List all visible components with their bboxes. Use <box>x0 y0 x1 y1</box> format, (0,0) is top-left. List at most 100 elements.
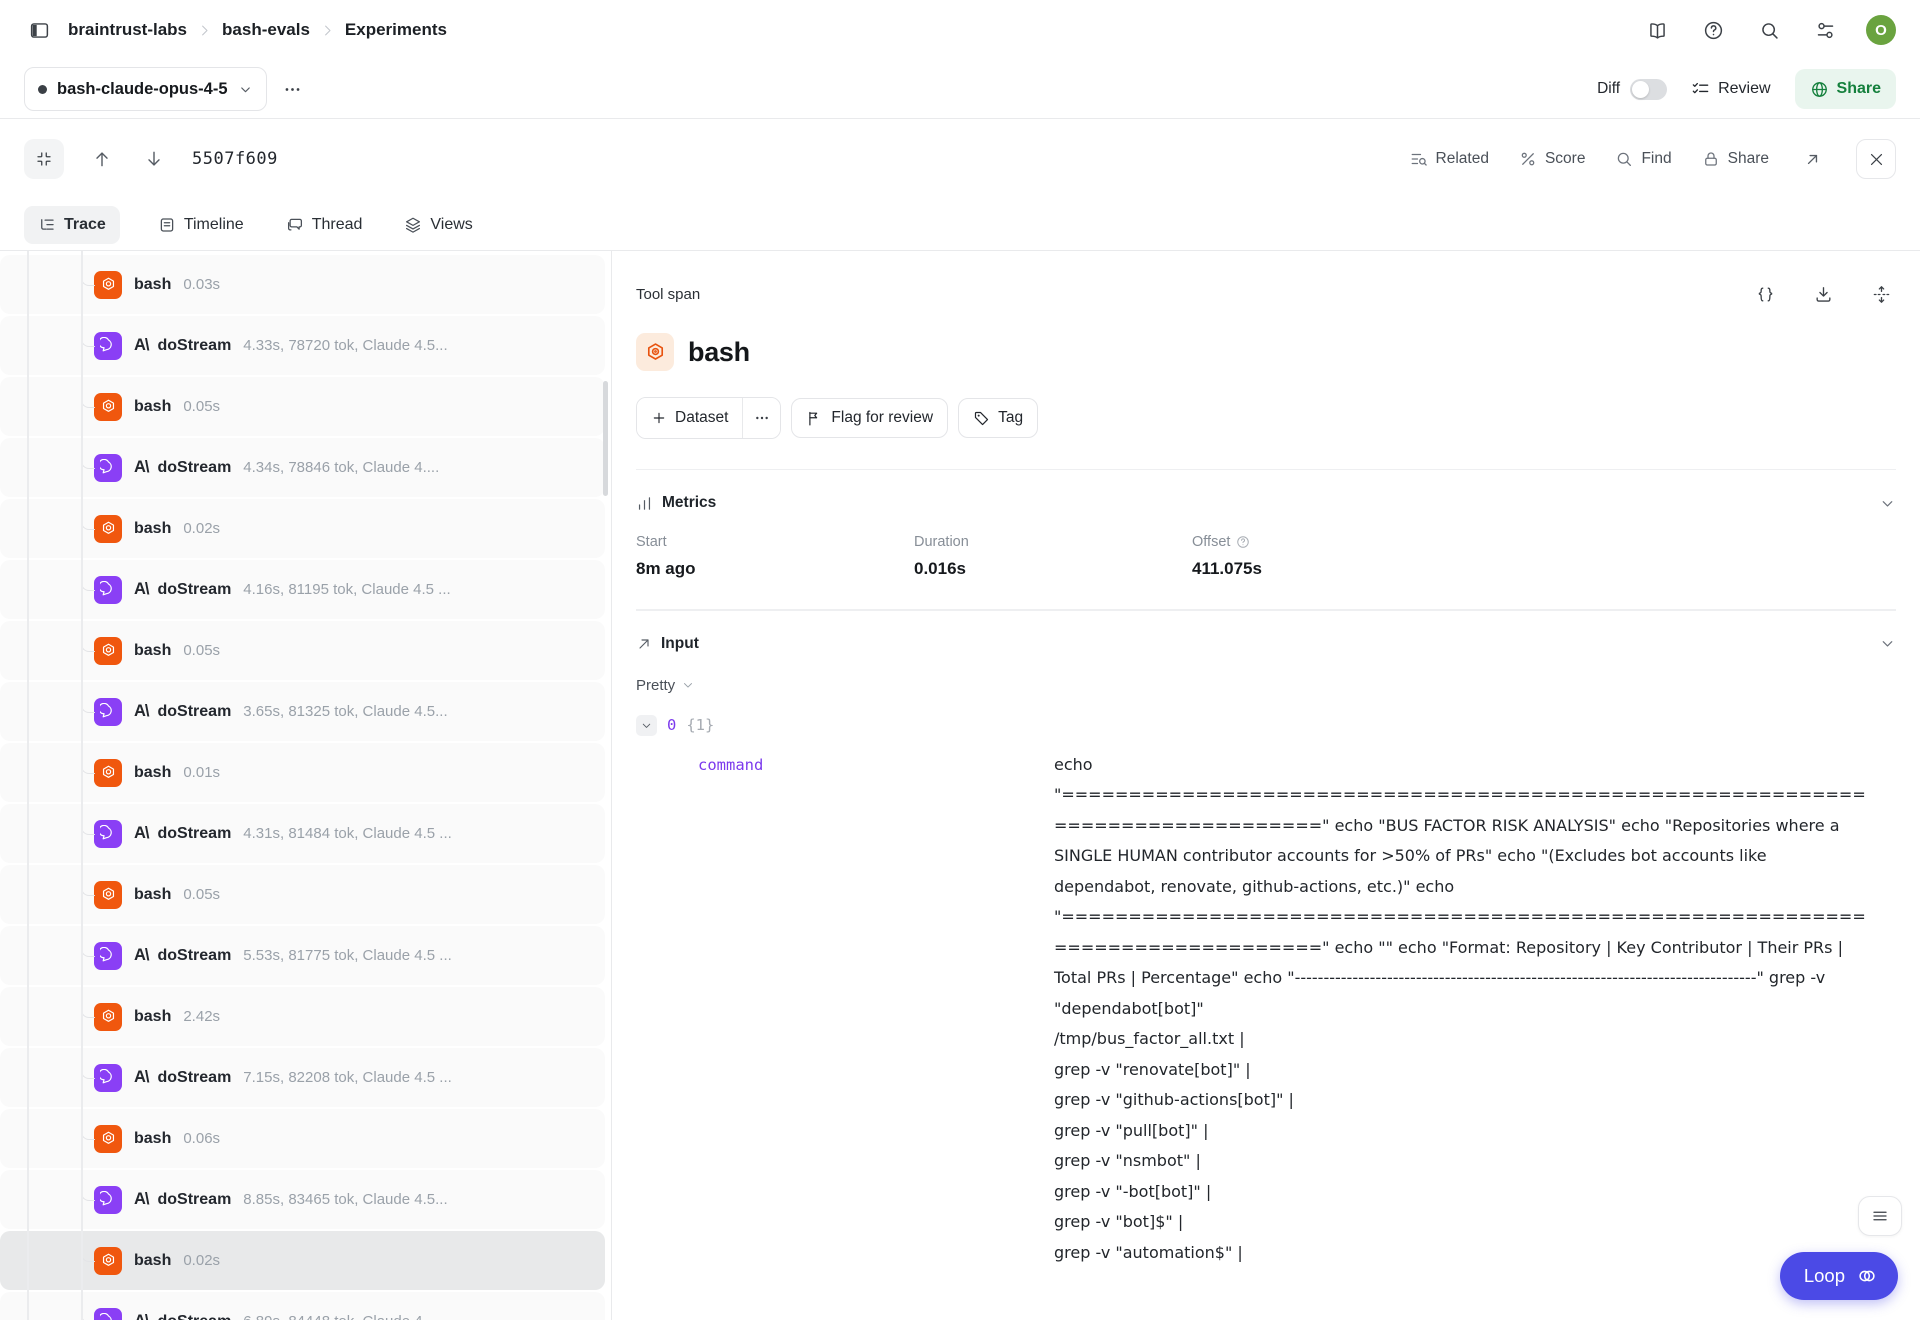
span-row[interactable]: A\ doStream 5.53s, 81775 tok, Claude 4.5… <box>0 926 605 985</box>
span-name: bash <box>134 764 171 782</box>
view-json-button[interactable] <box>1750 279 1780 309</box>
collapse-panel-button[interactable] <box>24 139 64 179</box>
review-button[interactable]: Review <box>1691 80 1770 99</box>
close-icon <box>1868 151 1885 168</box>
loop-button[interactable]: Loop <box>1780 1252 1898 1300</box>
anthropic-logo: A\ <box>134 1312 149 1320</box>
span-row[interactable]: A\ doStream 7.15s, 82208 tok, Claude 4.5… <box>0 1048 605 1107</box>
help-circle-icon[interactable] <box>1236 535 1250 549</box>
span-row[interactable]: bash 0.05s <box>0 621 605 680</box>
span-name: doStream <box>158 459 232 477</box>
chat-bubble-icon <box>100 581 117 598</box>
dataset-more-button[interactable] <box>742 398 780 438</box>
prev-span-button[interactable] <box>88 145 116 173</box>
find-button[interactable]: Find <box>1615 150 1671 168</box>
tab-timeline[interactable]: Timeline <box>154 206 248 244</box>
tag-button[interactable]: Tag <box>958 398 1038 438</box>
span-row[interactable]: bash 0.05s <box>0 865 605 924</box>
span-row[interactable]: bash 0.03s <box>0 255 605 314</box>
span-detail: 0.03s <box>183 276 220 293</box>
related-label: Related <box>1436 150 1489 168</box>
download-button[interactable] <box>1808 279 1838 309</box>
span-name: doStream <box>158 581 232 599</box>
input-collapse-button[interactable] <box>1879 635 1896 652</box>
chat-bubble-icon <box>100 337 117 354</box>
tab-views[interactable]: Views <box>400 206 476 244</box>
trace-toolbar: 5507f609 Related Score Find Share <box>0 119 1920 199</box>
next-span-button[interactable] <box>140 145 168 173</box>
floating-menu-button[interactable] <box>1858 1196 1902 1236</box>
span-row[interactable]: A\ doStream 3.65s, 81325 tok, Claude 4.5… <box>0 682 605 741</box>
avatar[interactable]: O <box>1866 15 1896 45</box>
download-icon <box>1814 285 1833 304</box>
span-row[interactable]: A\ doStream 4.33s, 78720 tok, Claude 4.5… <box>0 316 605 375</box>
chat-bubble-icon <box>100 825 117 842</box>
span-row[interactable]: A\ doStream 6.89s, 84448 tok, Claude 4..… <box>0 1292 605 1320</box>
bar-chart-icon <box>636 495 653 512</box>
json-value-command[interactable]: echo "==================================… <box>1054 750 1870 1269</box>
span-name: bash <box>134 276 171 294</box>
anthropic-logo: A\ <box>134 1190 149 1209</box>
span-row[interactable]: bash 0.02s <box>0 499 605 558</box>
metric-start-label: Start <box>636 534 667 550</box>
span-row[interactable]: bash 0.05s <box>0 377 605 436</box>
span-row[interactable]: bash 2.42s <box>0 987 605 1046</box>
checklist-icon <box>1691 80 1710 99</box>
settings-button[interactable] <box>1810 15 1840 45</box>
tool-hexagon-icon <box>100 886 117 903</box>
flag-label: Flag for review <box>831 409 933 427</box>
tab-trace[interactable]: Trace <box>24 206 120 244</box>
panel-left-icon <box>29 20 50 41</box>
span-row[interactable]: bash 0.06s <box>0 1109 605 1168</box>
flag-for-review-button[interactable]: Flag for review <box>791 398 948 438</box>
metrics-collapse-button[interactable] <box>1879 495 1896 512</box>
sidebar-toggle-button[interactable] <box>24 15 54 45</box>
section-divider <box>636 609 1896 610</box>
span-id[interactable]: 5507f609 <box>192 149 278 169</box>
help-button[interactable] <box>1698 15 1728 45</box>
open-fullscreen-button[interactable] <box>1799 146 1826 173</box>
span-row[interactable]: A\ doStream 4.31s, 81484 tok, Claude 4.5… <box>0 804 605 863</box>
experiment-more-button[interactable] <box>275 71 311 107</box>
span-detail: 8.85s, 83465 tok, Claude 4.5... <box>243 1191 447 1208</box>
help-circle-icon <box>1703 20 1724 41</box>
global-search-button[interactable] <box>1754 15 1784 45</box>
close-trace-button[interactable] <box>1856 139 1896 179</box>
span-row[interactable]: A\ doStream 4.16s, 81195 tok, Claude 4.5… <box>0 560 605 619</box>
span-row[interactable]: A\ doStream 8.85s, 83465 tok, Claude 4.5… <box>0 1170 605 1229</box>
expand-sections-button[interactable] <box>1866 279 1896 309</box>
app-window: braintrust-labs bash-evals Experiments O <box>0 0 1920 1320</box>
breadcrumb-org[interactable]: braintrust-labs <box>68 20 187 40</box>
related-button[interactable]: Related <box>1410 150 1489 168</box>
score-button[interactable]: Score <box>1519 150 1586 168</box>
span-title: bash <box>688 337 750 368</box>
json-collapse-button[interactable] <box>636 715 657 736</box>
chat-bubble-icon <box>100 1069 117 1086</box>
find-label: Find <box>1641 150 1671 168</box>
breadcrumb-project[interactable]: bash-evals <box>222 20 310 40</box>
share-button[interactable]: Share <box>1795 69 1896 109</box>
span-rows: bash 0.03s A\ doStream 4.33s, 78720 tok,… <box>0 255 605 1320</box>
json-root-index: 0 <box>667 716 676 734</box>
metrics-grid: Start 8m ago Duration 0.016s Offset 411.… <box>636 534 1896 579</box>
metric-duration-value: 0.016s <box>914 559 1192 579</box>
metric-offset-value: 411.075s <box>1192 559 1470 579</box>
breadcrumb-page[interactable]: Experiments <box>345 20 447 40</box>
diff-toggle[interactable] <box>1630 79 1667 100</box>
tab-thread[interactable]: Thread <box>282 206 367 244</box>
share-span-button[interactable]: Share <box>1702 150 1769 168</box>
span-name: bash <box>134 642 171 660</box>
list-tree-icon <box>38 216 56 234</box>
span-row[interactable]: bash 0.01s <box>0 743 605 802</box>
experiment-selector[interactable]: bash-claude-opus-4-5 <box>24 67 267 111</box>
span-detail: 0.05s <box>183 886 220 903</box>
docs-button[interactable] <box>1642 15 1672 45</box>
span-row[interactable]: A\ doStream 4.34s, 78846 tok, Claude 4..… <box>0 438 605 497</box>
add-to-dataset-button[interactable]: Dataset <box>637 398 742 438</box>
input-format-select[interactable]: Pretty <box>636 677 695 694</box>
trace-tabs: Trace Timeline Thread Views <box>0 199 1920 251</box>
list-scrollbar[interactable] <box>603 381 608 496</box>
span-detail: 0.06s <box>183 1130 220 1147</box>
span-row[interactable]: bash 0.02s <box>0 1231 605 1290</box>
span-detail: 4.31s, 81484 tok, Claude 4.5 ... <box>243 825 451 842</box>
